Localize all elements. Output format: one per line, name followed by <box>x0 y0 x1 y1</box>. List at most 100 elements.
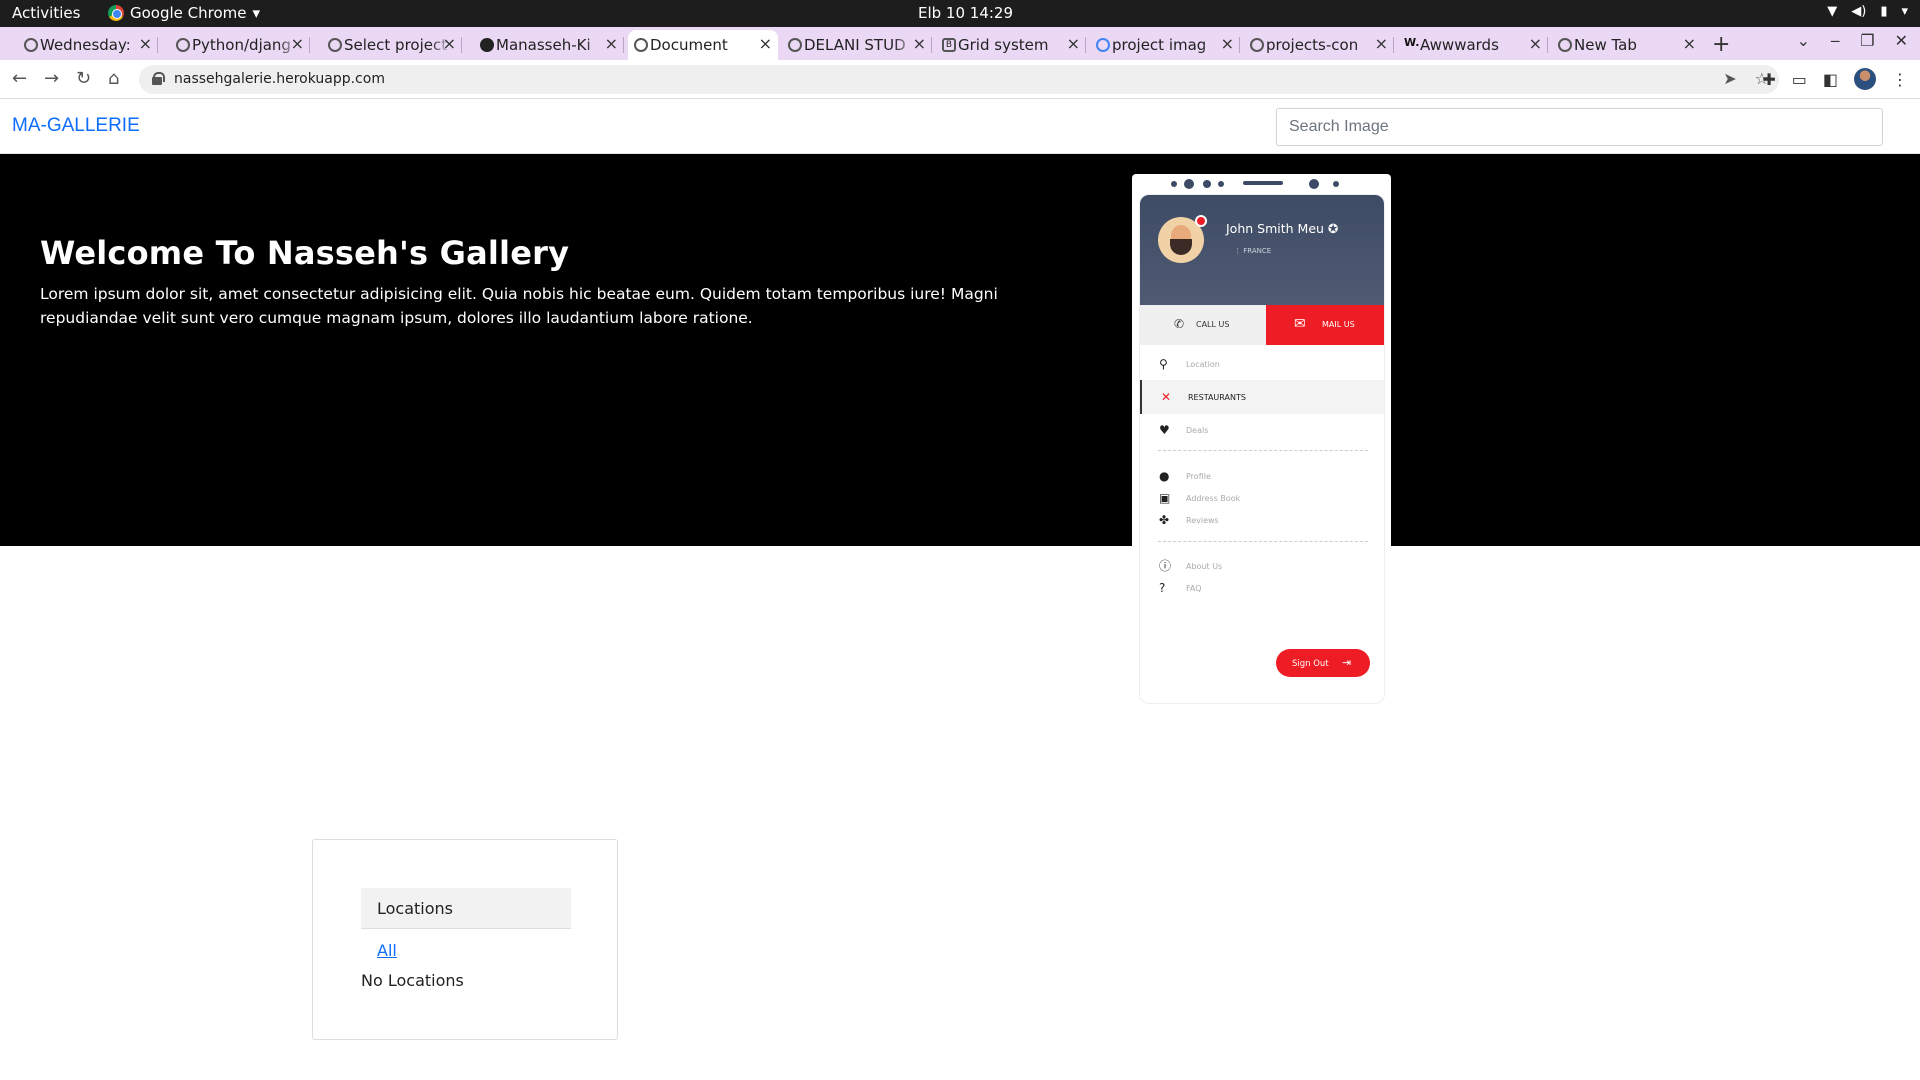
new-tab-button[interactable]: + <box>1712 32 1730 57</box>
send-icon[interactable]: ➤ <box>1723 69 1736 88</box>
close-tab-icon[interactable]: × <box>1067 34 1080 53</box>
cutlery-icon: ✕ <box>1161 390 1172 404</box>
close-tab-icon[interactable]: × <box>291 34 304 53</box>
tab-title: DELANI STUD <box>804 36 906 54</box>
wifi-icon: ▼ <box>1827 4 1838 19</box>
tab-favicon-icon <box>1558 38 1572 52</box>
call-us-button: ✆ CALL US <box>1140 305 1266 345</box>
tab-favicon-icon <box>634 38 648 52</box>
close-tab-icon[interactable]: × <box>139 34 152 53</box>
profile-country: ⋮ FRANCE <box>1234 247 1272 255</box>
tab-favicon-icon <box>176 38 190 52</box>
web-page: MA-GALLERIE Welcome To Nasseh's Gallery … <box>0 100 1920 1080</box>
menu-item-restaurants: ✕ RESTAURANTS <box>1140 380 1384 414</box>
forward-icon[interactable]: → <box>44 68 59 89</box>
close-tab-icon[interactable]: × <box>913 34 926 53</box>
brand-link[interactable]: MA-GALLERIE <box>12 115 140 137</box>
chrome-icon <box>108 5 124 21</box>
mail-icon: ✉ <box>1294 316 1306 332</box>
back-icon[interactable]: ← <box>12 68 27 89</box>
tab-favicon-icon <box>1250 38 1264 52</box>
menu-item-faq: ? FAQ <box>1159 581 1202 595</box>
tab-3[interactable]: Manasseh-Ki × <box>474 30 624 60</box>
url-text[interactable]: nassehgalerie.herokuapp.com <box>174 71 385 87</box>
tab-title: New Tab <box>1574 36 1637 54</box>
google-icon <box>1096 38 1110 52</box>
close-tab-icon[interactable]: × <box>1529 34 1542 53</box>
tab-0[interactable]: Wednesday: × <box>18 30 158 60</box>
kebab-menu-icon[interactable]: ⋮ <box>1892 70 1908 89</box>
menu-item-reviews: ✤ Reviews <box>1159 513 1219 527</box>
restore-icon[interactable]: ❐ <box>1860 31 1874 50</box>
battery-icon: ▮ <box>1880 4 1888 19</box>
tab-title: projects-con <box>1266 36 1359 54</box>
activities-button[interactable]: Activities <box>12 4 80 22</box>
tab-favicon-icon <box>788 38 802 52</box>
map-pin-icon: ⚲ <box>1159 357 1168 371</box>
close-tab-icon[interactable]: × <box>443 34 456 53</box>
phone-icon: ✆ <box>1174 317 1185 331</box>
tab-title: Wednesday: <box>40 36 131 54</box>
tab-favicon-icon <box>328 38 342 52</box>
app-menu[interactable]: Google Chrome ▾ <box>108 4 260 22</box>
tab-5[interactable]: DELANI STUD × <box>782 30 932 60</box>
minimize-icon[interactable]: ‒ <box>1830 31 1840 50</box>
lock-icon[interactable] <box>152 72 165 85</box>
sign-out-icon: ⇥ <box>1342 656 1352 669</box>
close-window-icon[interactable]: ✕ <box>1895 31 1908 50</box>
notification-dot <box>1195 215 1207 227</box>
extensions-puzzle-icon[interactable]: ✚ <box>1762 70 1775 89</box>
mail-us-button: ✉ MAIL US <box>1266 305 1384 345</box>
hero-text: Lorem ipsum dolor sit, amet consectetur … <box>40 285 998 327</box>
extensions-area: ✚ ▭ ◧ ⋮ <box>1762 68 1908 90</box>
tab-search-icon[interactable]: ⌄ <box>1797 31 1810 50</box>
address-bar[interactable]: nassehgalerie.herokuapp.com ➤ ☆ <box>139 65 1779 94</box>
close-tab-icon[interactable]: × <box>759 34 772 53</box>
question-icon: ? <box>1159 581 1166 595</box>
tab-1[interactable]: Python/djang × <box>170 30 310 60</box>
site-navbar: MA-GALLERIE <box>0 100 1920 154</box>
home-icon[interactable]: ⌂ <box>108 68 119 89</box>
window-controls: ⌄ ‒ ❐ ✕ <box>1797 31 1908 50</box>
tab-title: Document <box>650 36 728 54</box>
system-tray[interactable]: ▼ ◀) ▮ ▾ <box>1827 4 1908 19</box>
phone-mockup-image: John Smith Meu ✪ ⋮ FRANCE ✆ CALL US ✉ MA… <box>1132 174 1391 724</box>
menu-item-location: ⚲ Location <box>1159 357 1220 371</box>
phone-screen: John Smith Meu ✪ ⋮ FRANCE ✆ CALL US ✉ MA… <box>1139 194 1385 704</box>
tab-4-active[interactable]: Document × <box>628 30 778 60</box>
caret-down-icon: ▾ <box>252 4 261 22</box>
tab-10[interactable]: New Tab × <box>1552 30 1702 60</box>
github-icon <box>480 38 494 52</box>
awwwards-icon: W. <box>1404 36 1420 49</box>
cast-icon[interactable]: ▭ <box>1792 70 1807 89</box>
browser-toolbar: ← → ↻ ⌂ nassehgalerie.herokuapp.com ➤ ☆ … <box>0 60 1920 99</box>
volume-icon: ◀) <box>1851 4 1867 19</box>
search-input[interactable] <box>1276 108 1883 146</box>
reload-icon[interactable]: ↻ <box>76 68 91 89</box>
close-tab-icon[interactable]: × <box>1683 34 1696 53</box>
close-tab-icon[interactable]: × <box>1375 34 1388 53</box>
tab-title: Grid system <box>958 36 1049 54</box>
close-tab-icon[interactable]: × <box>1221 34 1234 53</box>
hero-banner: Welcome To Nasseh's Gallery Lorem ipsum … <box>0 154 1920 546</box>
profile-avatar[interactable] <box>1854 68 1876 90</box>
clock[interactable]: Elb 10 14:29 <box>918 4 1013 22</box>
tab-2[interactable]: Select project × <box>322 30 462 60</box>
tab-7[interactable]: project imag × <box>1090 30 1240 60</box>
side-panel-icon[interactable]: ◧ <box>1823 70 1838 89</box>
menu-divider <box>1158 541 1368 542</box>
profile-header: John Smith Meu ✪ ⋮ FRANCE <box>1140 195 1384 305</box>
tab-8[interactable]: projects-con × <box>1244 30 1394 60</box>
tab-9[interactable]: W. Awwwards × <box>1398 30 1548 60</box>
sign-out-button: Sign Out ⇥ <box>1276 649 1370 677</box>
menu-item-deals: ♥ Deals <box>1159 423 1209 437</box>
locations-card: Locations All No Locations <box>312 839 618 1040</box>
locations-header: Locations <box>361 888 571 929</box>
tab-6[interactable]: B Grid system × <box>936 30 1086 60</box>
all-locations-link[interactable]: All <box>377 941 397 960</box>
hero-title: Welcome To Nasseh's Gallery <box>40 234 570 272</box>
chevron-down-icon: ▾ <box>1901 4 1908 19</box>
tab-favicon-icon <box>24 38 38 52</box>
system-top-bar: Activities Google Chrome ▾ Elb 10 14:29 … <box>0 0 1920 27</box>
close-tab-icon[interactable]: × <box>605 34 618 53</box>
